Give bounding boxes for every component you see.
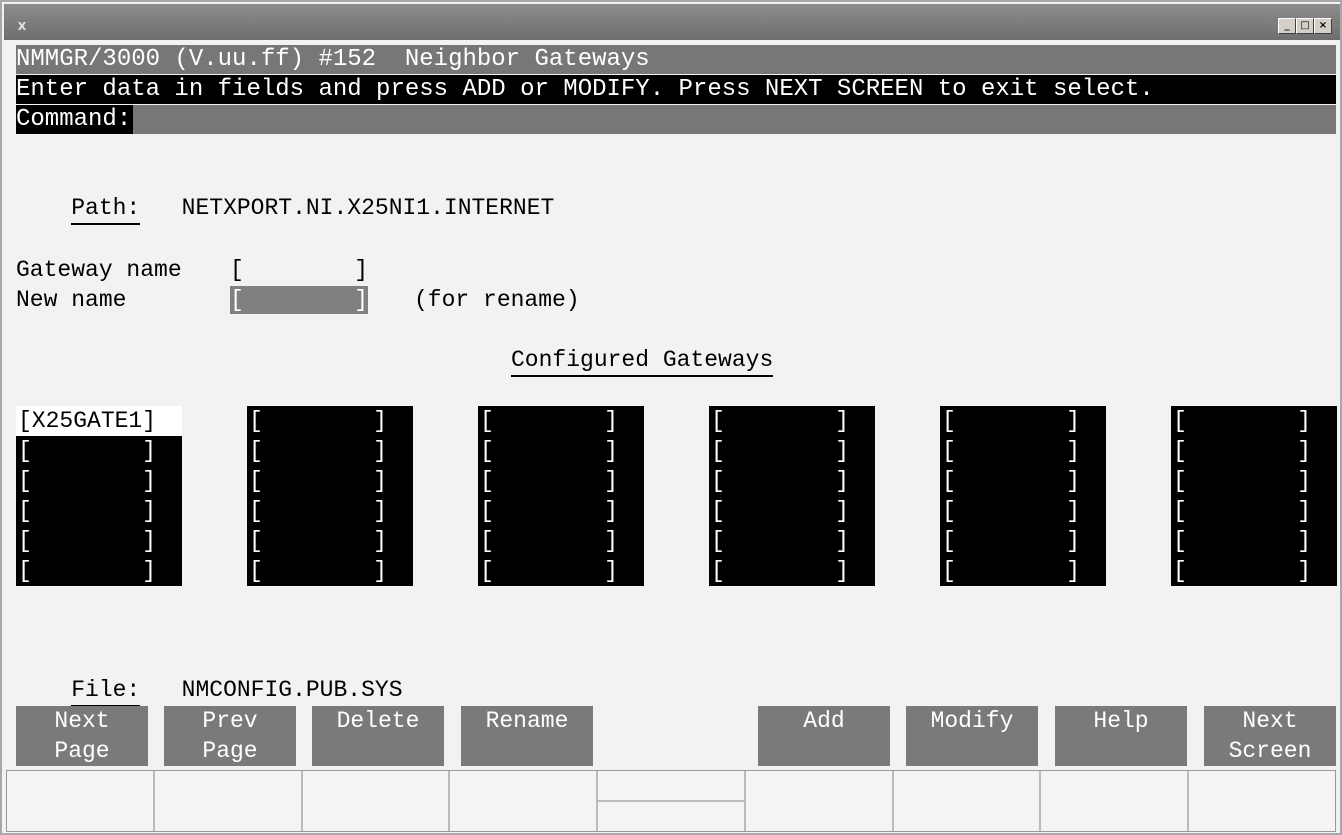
gateway-column-1: [X25GATE1] [ ] [ ] [ ] [ ] [ ]	[16, 406, 182, 586]
gateway-slot[interactable]: [ ]	[247, 496, 413, 526]
instructions-line: Enter data in fields and press ADD or MO…	[16, 75, 1336, 104]
key-slot[interactable]	[303, 771, 451, 831]
function-key-slots	[6, 770, 1336, 832]
prev-page-button[interactable]: Prev Page	[164, 706, 296, 766]
next-page-button[interactable]: Next Page	[16, 706, 148, 766]
gateway-slot[interactable]: [ ]	[478, 466, 644, 496]
gateway-column-2: [ ] [ ] [ ] [ ] [ ] [ ]	[247, 406, 413, 586]
gateway-slot[interactable]: [ ]	[940, 556, 1106, 586]
file-value: NMCONFIG.PUB.SYS	[181, 677, 403, 703]
gateway-slot[interactable]: [ ]	[940, 436, 1106, 466]
key-slot[interactable]	[7, 771, 155, 831]
gateway-slot[interactable]: [ ]	[1171, 406, 1337, 436]
gateway-column-6: [ ] [ ] [ ] [ ] [ ] [ ]	[1171, 406, 1337, 586]
gateway-slot[interactable]: [ ]	[709, 526, 875, 556]
command-label: Command:	[16, 105, 134, 134]
file-label: File:	[71, 677, 141, 707]
help-button[interactable]: Help	[1055, 706, 1187, 766]
gateway-slot[interactable]: [ ]	[709, 466, 875, 496]
gateway-slot[interactable]: [ ]	[709, 556, 875, 586]
x-window-icon[interactable]: X	[14, 19, 30, 35]
gateway-slot[interactable]: [ ]	[478, 526, 644, 556]
gateway-slot[interactable]: [ ]	[709, 406, 875, 436]
configured-gateways-heading: Configured Gateways	[511, 346, 774, 377]
gateway-slot[interactable]: [ ]	[478, 556, 644, 586]
gateway-slot[interactable]: [ ]	[247, 526, 413, 556]
gateway-slot[interactable]: [ ]	[940, 496, 1106, 526]
path-row: Path: NETXPORT.NI.X25NI1.INTERNET	[16, 166, 554, 250]
gateway-slot[interactable]: [ ]	[1171, 436, 1337, 466]
gateway-slot[interactable]: [ ]	[940, 526, 1106, 556]
gateway-slot[interactable]: [X25GATE1]	[16, 406, 182, 436]
gateway-slot[interactable]: [ ]	[16, 556, 182, 586]
gateway-slot[interactable]: [ ]	[16, 526, 182, 556]
gateway-slot[interactable]: [ ]	[940, 466, 1106, 496]
gateway-slot[interactable]: [ ]	[1171, 556, 1337, 586]
gateway-slot[interactable]: [ ]	[16, 496, 182, 526]
new-name-label: New name	[16, 287, 127, 313]
gateway-slot[interactable]: [ ]	[709, 436, 875, 466]
gateway-slot[interactable]: [ ]	[247, 406, 413, 436]
gateway-slot[interactable]: [ ]	[247, 436, 413, 466]
new-name-field[interactable]: [ ]	[230, 286, 369, 314]
screen-title: NMMGR/3000 (V.uu.ff) #152 Neighbor Gatew…	[16, 45, 1336, 74]
gateway-slot[interactable]: [ ]	[1171, 496, 1337, 526]
key-slot[interactable]	[1041, 771, 1190, 831]
gateway-name-label: Gateway name	[16, 257, 182, 283]
gateway-slot[interactable]: [ ]	[478, 406, 644, 436]
key-slot[interactable]	[894, 771, 1042, 831]
key-slot[interactable]	[155, 771, 303, 831]
gateway-column-4: [ ] [ ] [ ] [ ] [ ] [ ]	[709, 406, 875, 586]
gateway-slot[interactable]: [ ]	[16, 436, 182, 466]
gateway-slot[interactable]: [ ]	[247, 466, 413, 496]
gateway-slot[interactable]: [ ]	[1171, 526, 1337, 556]
gateway-slot[interactable]: [ ]	[1171, 466, 1337, 496]
close-button[interactable]: ×	[1314, 18, 1332, 34]
gateway-slot[interactable]: [ ]	[478, 496, 644, 526]
key-slot[interactable]	[1189, 771, 1335, 831]
gateway-name-field[interactable]: [ ]	[230, 256, 368, 284]
modify-button[interactable]: Modify	[906, 706, 1038, 766]
add-button[interactable]: Add	[758, 706, 890, 766]
rename-button[interactable]: Rename	[461, 706, 593, 766]
gateway-slot[interactable]: [ ]	[709, 496, 875, 526]
gateway-column-3: [ ] [ ] [ ] [ ] [ ] [ ]	[478, 406, 644, 586]
gateway-slot[interactable]: [ ]	[478, 436, 644, 466]
next-screen-button[interactable]: Next Screen	[1204, 706, 1336, 766]
path-label: Path:	[71, 195, 141, 225]
maximize-button[interactable]: □	[1296, 18, 1314, 34]
gateway-column-5: [ ] [ ] [ ] [ ] [ ] [ ]	[940, 406, 1106, 586]
key-slot[interactable]	[746, 771, 894, 831]
terminal-window: X _ □ × NMMGR/3000 (V.uu.ff) #152 Neighb…	[0, 0, 1342, 835]
delete-button[interactable]: Delete	[312, 706, 444, 766]
gateway-slot[interactable]: [ ]	[16, 466, 182, 496]
gateway-slot[interactable]: [ ]	[940, 406, 1106, 436]
key-slot-split[interactable]	[598, 771, 746, 831]
minimize-button[interactable]: _	[1278, 18, 1296, 34]
path-value: NETXPORT.NI.X25NI1.INTERNET	[181, 195, 555, 221]
gateway-slot[interactable]: [ ]	[247, 556, 413, 586]
new-name-hint: (for rename)	[414, 287, 580, 313]
key-slot[interactable]	[450, 771, 599, 831]
command-line[interactable]: Command:	[16, 105, 1336, 134]
window-titlebar[interactable]: X _ □ ×	[4, 4, 1340, 40]
